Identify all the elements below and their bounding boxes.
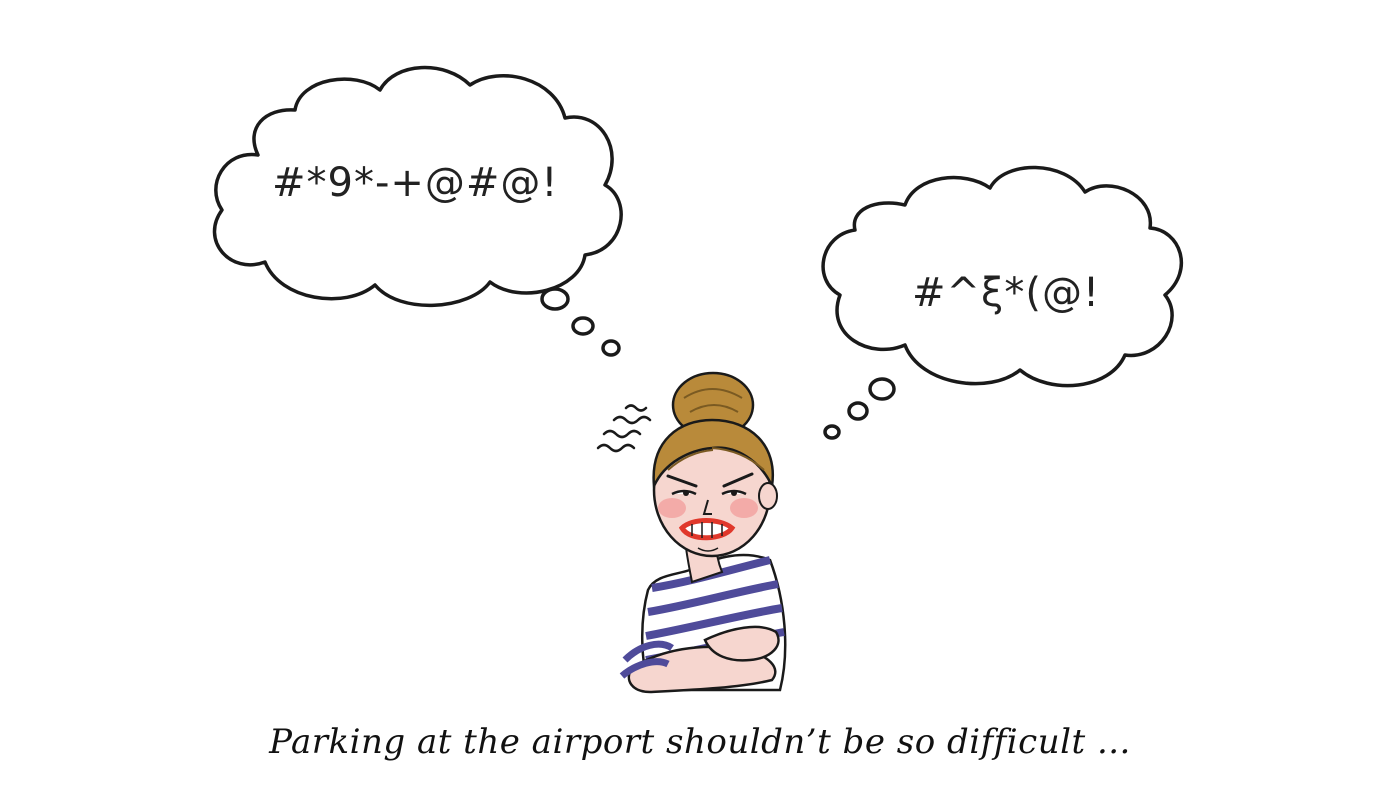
caption-text: Parking at the airport shouldn’t be so d… [269,722,1131,762]
left-bubble-text: #*9*-+@#@! [272,160,559,206]
left-thought-cloud [212,65,623,357]
right-bubble-text: #^ξ*(@! [912,270,1100,316]
cartoon-illustration [212,65,1184,694]
frustration-squiggles [596,404,652,453]
illustration-stage: #*9*-+@#@! #^ξ*(@! Parking at the airpor… [0,0,1400,812]
angry-woman [619,371,787,694]
head [652,418,778,558]
